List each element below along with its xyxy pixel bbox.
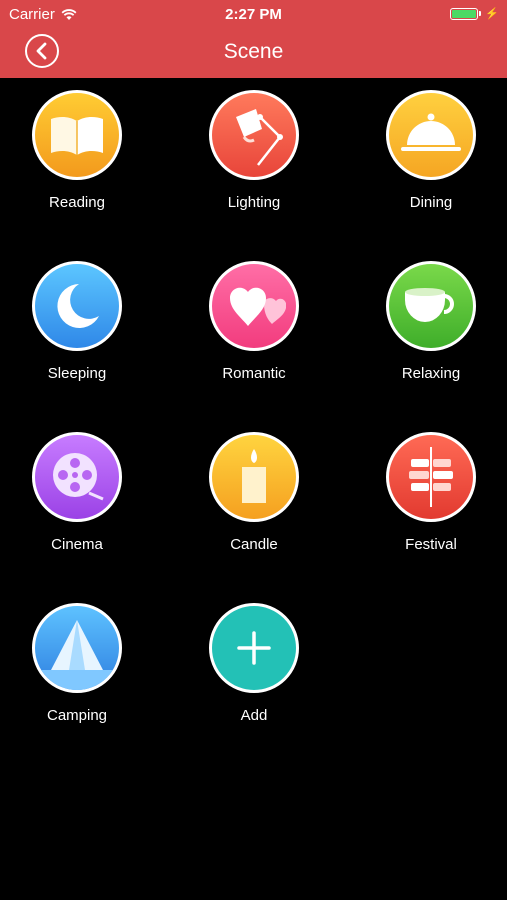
add-scene-button[interactable]: Add <box>184 603 324 743</box>
scene-lighting[interactable]: Lighting <box>184 90 324 230</box>
scene-icon-circle <box>32 603 122 693</box>
cloche-icon <box>401 113 461 151</box>
scene-camping[interactable]: Camping <box>7 603 147 743</box>
hearts-icon <box>230 287 286 326</box>
scene-reading[interactable]: Reading <box>7 90 147 230</box>
status-bar: Carrier 2:27 PM ⚡ <box>0 0 507 28</box>
scene-cinema[interactable]: Cinema <box>7 432 147 572</box>
clock: 2:27 PM <box>225 6 282 23</box>
scene-label: Add <box>240 707 268 724</box>
lamp-icon <box>236 109 283 166</box>
charging-bolt-icon: ⚡ <box>485 8 499 20</box>
scene-label: Cinema <box>51 536 103 553</box>
scene-icon-circle <box>32 90 122 180</box>
candle-icon <box>242 449 266 503</box>
navigation-bar: Scene <box>0 28 507 78</box>
scene-label: Lighting <box>227 194 281 211</box>
scene-label: Reading <box>49 194 105 211</box>
teacup-icon <box>405 288 454 322</box>
header-bar: Carrier 2:27 PM ⚡ Scene <box>0 0 507 78</box>
book-icon <box>51 116 103 155</box>
scene-label: Romantic <box>222 365 286 382</box>
scene-romantic[interactable]: Romantic <box>184 261 324 401</box>
scene-icon-circle <box>386 432 476 522</box>
scene-candle[interactable]: Candle <box>184 432 324 572</box>
tent-icon <box>35 620 119 690</box>
scene-icon-circle <box>386 261 476 351</box>
film-reel-icon <box>53 453 104 501</box>
battery-icon: ⚡ <box>450 7 499 20</box>
plus-icon <box>237 631 271 665</box>
scene-label: Relaxing <box>401 365 461 382</box>
scene-sleeping[interactable]: Sleeping <box>7 261 147 401</box>
scene-festival[interactable]: Festival <box>361 432 501 572</box>
moon-icon <box>57 284 99 328</box>
scene-icon-circle <box>32 261 122 351</box>
scene-label: Candle <box>230 536 278 553</box>
scene-icon-circle <box>209 261 299 351</box>
page-title: Scene <box>223 40 284 63</box>
scene-label: Camping <box>46 707 108 724</box>
scene-label: Dining <box>409 194 453 211</box>
scene-icon-circle <box>209 603 299 693</box>
scene-relaxing[interactable]: Relaxing <box>361 261 501 401</box>
firecracker-icon <box>409 447 453 507</box>
scene-label: Festival <box>405 536 457 553</box>
scene-icon-circle <box>32 432 122 522</box>
scene-icon-circle <box>386 90 476 180</box>
scene-dining[interactable]: Dining <box>361 90 501 230</box>
scene-icon-circle <box>209 432 299 522</box>
scene-label: Sleeping <box>47 365 107 382</box>
scene-icon-circle <box>209 90 299 180</box>
